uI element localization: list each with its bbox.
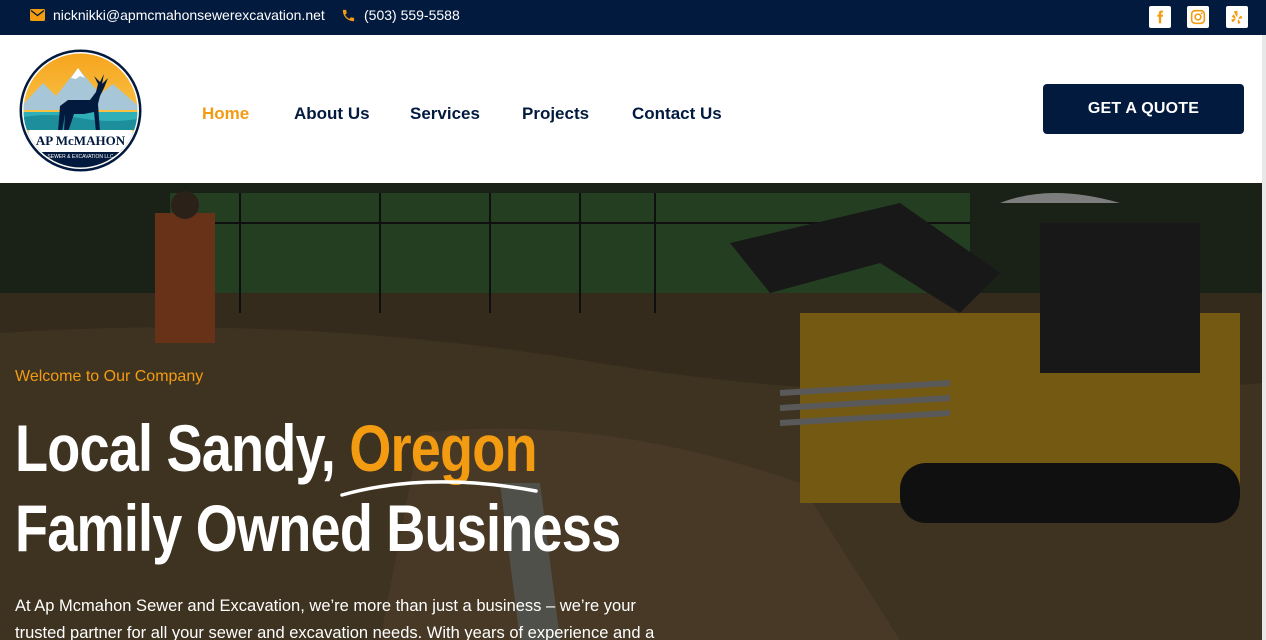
logo-tagline-text: SEWER & EXCAVATION LLC xyxy=(47,154,114,160)
facebook-link[interactable] xyxy=(1149,6,1171,28)
nav-about-us[interactable]: About Us xyxy=(294,104,370,124)
email-link[interactable]: nicknikki@apmcmahonsewerexcavation.net xyxy=(30,0,325,30)
instagram-icon xyxy=(1190,9,1206,25)
headline-highlight: Oregon xyxy=(349,411,537,485)
page-scrollbar[interactable] xyxy=(1262,35,1266,640)
instagram-link[interactable] xyxy=(1187,6,1209,28)
site-header: AP McMAHON SEWER & EXCAVATION LLC Home A… xyxy=(0,35,1266,183)
hero-section: Welcome to Our Company Local Sandy, Oreg… xyxy=(0,183,1262,640)
email-text: nicknikki@apmcmahonsewerexcavation.net xyxy=(53,7,325,23)
top-contact-bar: nicknikki@apmcmahonsewerexcavation.net (… xyxy=(0,0,1266,35)
headline-underline-swoosh xyxy=(340,480,538,497)
headline-part-1: Local Sandy, xyxy=(15,411,350,485)
phone-link[interactable]: (503) 559-5588 xyxy=(341,0,460,30)
facebook-icon xyxy=(1157,10,1164,24)
nav-services[interactable]: Services xyxy=(410,104,480,124)
hero-eyebrow: Welcome to Our Company xyxy=(15,368,204,385)
get-a-quote-button[interactable]: GET A QUOTE xyxy=(1043,84,1244,134)
hero-description: At Ap Mcmahon Sewer and Excavation, we’r… xyxy=(15,597,655,640)
company-logo[interactable]: AP McMAHON SEWER & EXCAVATION LLC xyxy=(18,48,143,173)
envelope-icon xyxy=(30,9,45,21)
phone-text: (503) 559-5588 xyxy=(364,7,460,23)
phone-icon xyxy=(342,9,355,21)
nav-contact-us[interactable]: Contact Us xyxy=(632,104,722,124)
nav-home[interactable]: Home xyxy=(202,104,249,124)
yelp-link[interactable] xyxy=(1226,6,1248,28)
nav-projects[interactable]: Projects xyxy=(522,104,589,124)
logo-name-text: AP McMAHON xyxy=(36,133,126,148)
yelp-icon xyxy=(1231,10,1243,24)
